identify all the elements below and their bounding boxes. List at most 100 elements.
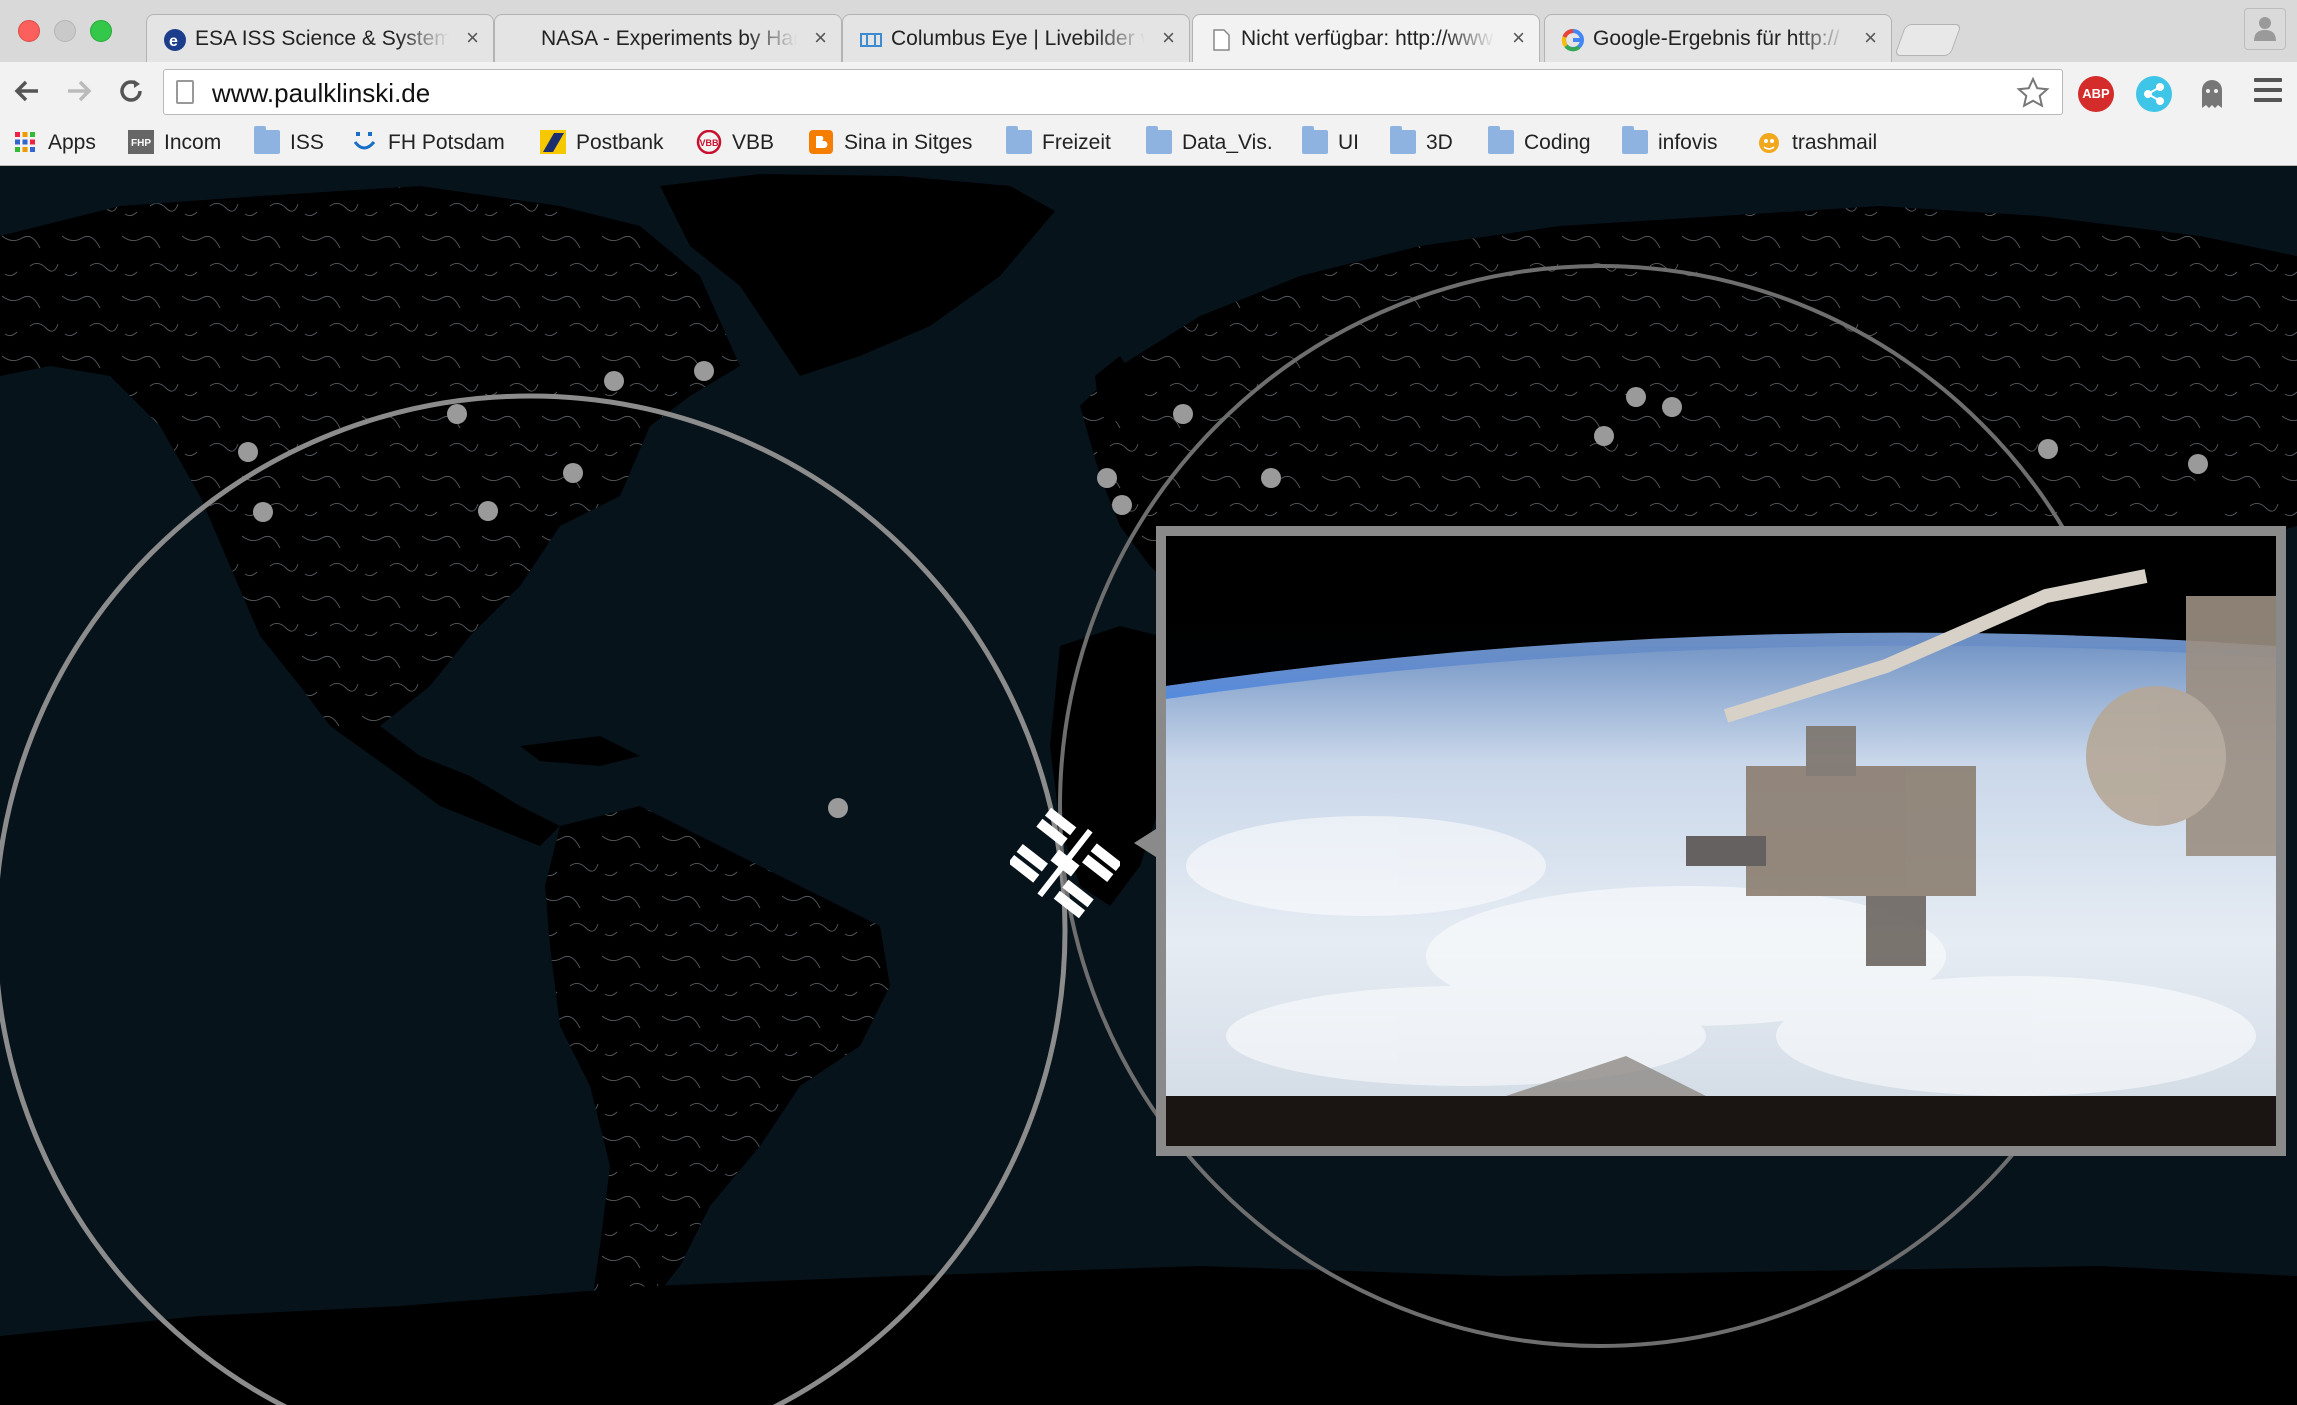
bookmark-label: UI <box>1338 131 1359 154</box>
location-dot[interactable] <box>478 501 498 521</box>
bookmark-infovis[interactable]: infovis <box>1622 126 1732 158</box>
page-icon <box>1213 29 1230 51</box>
close-window-button[interactable] <box>18 20 40 42</box>
svg-text:VBB: VBB <box>700 138 720 148</box>
folder-icon <box>1390 126 1416 154</box>
bookmark-iss[interactable]: ISS <box>254 126 334 158</box>
bookmark-label: FH Potsdam <box>388 131 505 154</box>
reload-button[interactable] <box>114 76 148 110</box>
location-dot[interactable] <box>1112 495 1132 515</box>
minimize-window-button[interactable] <box>54 20 76 42</box>
trashmail-icon <box>1759 133 1779 153</box>
folder-icon <box>1302 126 1328 154</box>
bookmark-postbank[interactable]: Postbank <box>540 128 680 158</box>
live-video-popup[interactable] <box>1156 526 2286 1156</box>
google-icon <box>1561 28 1584 52</box>
location-dot[interactable] <box>1173 404 1193 424</box>
bookmark-label: Postbank <box>576 131 664 154</box>
svg-text:FHP: FHP <box>131 138 151 149</box>
location-dot[interactable] <box>1261 468 1281 488</box>
location-dot[interactable] <box>828 798 848 818</box>
close-tab-icon[interactable]: × <box>1162 25 1175 51</box>
chrome-menu-icon[interactable] <box>2254 78 2282 106</box>
location-dot[interactable] <box>2188 454 2208 474</box>
tab-title: Columbus Eye | Livebilder v <box>891 27 1145 50</box>
close-tab-icon[interactable]: × <box>1864 25 1877 51</box>
location-dot[interactable] <box>253 502 273 522</box>
tab-title: NASA - Experiments by Har <box>541 27 797 50</box>
arrow-left-icon <box>14 80 38 102</box>
location-dot[interactable] <box>604 371 624 391</box>
bookmark-label: Apps <box>48 131 96 154</box>
bookmark-data-vis[interactable]: Data_Vis. <box>1146 126 1276 158</box>
ghostery-icon[interactable] <box>2194 76 2230 112</box>
folder-icon <box>1006 126 1032 154</box>
bookmark-sina-in-sitges[interactable]: Sina in Sitges <box>808 128 988 158</box>
location-dot[interactable] <box>1097 468 1117 488</box>
bookmark-label: trashmail <box>1792 131 1878 154</box>
bookmark-trashmail[interactable]: trashmail <box>1756 128 1896 158</box>
bookmark-apps[interactable]: Apps <box>12 128 102 158</box>
tab-title: ESA ISS Science & System <box>195 27 449 50</box>
tab-nasa[interactable]: NASA - Experiments by Har × <box>494 14 842 62</box>
forward-button[interactable] <box>62 76 96 110</box>
bookmark-label: Incom <box>164 131 222 154</box>
bookmark-3d[interactable]: 3D <box>1390 126 1460 158</box>
live-video-feed[interactable] <box>1166 536 2276 1146</box>
browser-chrome: e ESA ISS Science & System × NASA - Expe… <box>0 0 2297 166</box>
bookmark-label: Freizeit <box>1042 131 1111 154</box>
bookmark-label: Coding <box>1524 131 1591 154</box>
location-dot[interactable] <box>238 442 258 462</box>
share-extension-icon[interactable] <box>2136 76 2172 112</box>
bookmark-star-icon[interactable] <box>2016 76 2050 110</box>
close-tab-icon[interactable]: × <box>466 25 479 51</box>
tab-strip: e ESA ISS Science & System × NASA - Expe… <box>0 0 2297 62</box>
location-dot[interactable] <box>2038 439 2058 459</box>
location-dot[interactable] <box>1594 426 1614 446</box>
bookmark-incom[interactable]: FHP Incom <box>128 128 238 158</box>
location-dot[interactable] <box>1626 387 1646 407</box>
location-dot[interactable] <box>694 361 714 381</box>
profile-button[interactable] <box>2244 8 2286 50</box>
fhp-logo-icon <box>353 132 376 150</box>
tab-title: Nicht verfügbar: http://www <box>1241 27 1494 50</box>
iss-station-icon[interactable] <box>1010 808 1120 918</box>
person-icon <box>2254 17 2276 41</box>
blogger-icon <box>809 130 833 154</box>
back-button[interactable] <box>10 76 44 110</box>
close-tab-icon[interactable]: × <box>814 25 827 51</box>
bookmark-label: ISS <box>290 131 324 154</box>
folder-icon <box>1146 126 1172 154</box>
bookmark-freizeit[interactable]: Freizeit <box>1006 126 1126 158</box>
window-frame-bottom <box>1166 1096 2276 1146</box>
tab-title: Google-Ergebnis für http:// <box>1593 27 1840 50</box>
zoom-window-button[interactable] <box>90 20 112 42</box>
bookmark-vbb[interactable]: VBB VBB <box>696 128 796 158</box>
page-icon <box>176 80 194 104</box>
toolbar: www.paulklinski.de ABP <box>0 62 2297 122</box>
tab-esa[interactable]: e ESA ISS Science & System × <box>146 14 494 62</box>
tab-columbus-eye[interactable]: Columbus Eye | Livebilder v × <box>842 14 1190 62</box>
location-dot[interactable] <box>447 404 467 424</box>
bookmark-label: Sina in Sitges <box>844 131 973 154</box>
tab-google[interactable]: Google-Ergebnis für http:// × <box>1544 14 1892 62</box>
columbus-icon <box>860 33 882 47</box>
adblock-plus-icon[interactable]: ABP <box>2078 76 2114 112</box>
url-text: www.paulklinski.de <box>212 78 431 108</box>
close-tab-icon[interactable]: × <box>1512 25 1525 51</box>
tab-nicht-verfuegbar[interactable]: Nicht verfügbar: http://www × <box>1192 14 1540 62</box>
apps-grid-icon <box>15 132 35 152</box>
folder-icon <box>1622 126 1648 154</box>
location-dot[interactable] <box>1662 397 1682 417</box>
address-bar[interactable]: www.paulklinski.de <box>163 69 2063 115</box>
bookmark-label: 3D <box>1426 131 1453 154</box>
new-tab-button[interactable] <box>1894 24 1962 56</box>
reload-icon <box>120 80 142 102</box>
bookmark-ui[interactable]: UI <box>1302 126 1372 158</box>
bookmarks-bar: Apps FHP Incom ISS FH Potsdam Postbank V… <box>0 122 2297 165</box>
bookmark-coding[interactable]: Coding <box>1488 126 1598 158</box>
vbb-icon: VBB <box>696 130 722 154</box>
bookmark-fh-potsdam[interactable]: FH Potsdam <box>352 128 522 158</box>
location-dot[interactable] <box>563 463 583 483</box>
bookmark-label: Data_Vis. <box>1182 131 1273 154</box>
